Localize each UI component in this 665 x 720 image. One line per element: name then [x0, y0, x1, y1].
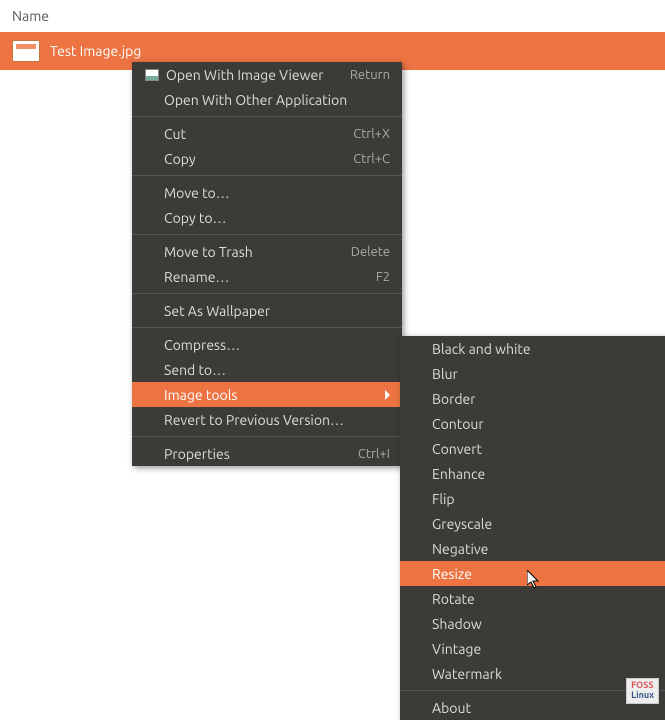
submenu-greyscale[interactable]: Greyscale: [400, 511, 665, 536]
submenu-border[interactable]: Border: [400, 386, 665, 411]
menu-set-wallpaper[interactable]: Set As Wallpaper: [132, 298, 402, 323]
submenu-convert[interactable]: Convert: [400, 436, 665, 461]
submenu-blur[interactable]: Blur: [400, 361, 665, 386]
submenu-vintage[interactable]: Vintage: [400, 636, 665, 661]
menu-image-tools[interactable]: Image tools: [132, 382, 402, 407]
submenu-negative[interactable]: Negative: [400, 536, 665, 561]
menu-separator: [132, 234, 402, 235]
image-tools-submenu: Black and white Blur Border Contour Conv…: [400, 336, 665, 720]
menu-revert[interactable]: Revert to Previous Version…: [132, 407, 402, 432]
menu-open-with-other[interactable]: Open With Other Application: [132, 87, 402, 112]
menu-cut[interactable]: Cut Ctrl+X: [132, 121, 402, 146]
column-header-name[interactable]: Name: [0, 0, 665, 32]
watermark-badge: FOSS Linux: [626, 678, 659, 704]
submenu-black-and-white[interactable]: Black and white: [400, 336, 665, 361]
column-header-label: Name: [12, 8, 49, 24]
mouse-cursor-icon: [527, 570, 541, 590]
menu-separator: [132, 436, 402, 437]
submenu-enhance[interactable]: Enhance: [400, 461, 665, 486]
menu-move-to[interactable]: Move to…: [132, 180, 402, 205]
menu-separator: [132, 175, 402, 176]
menu-move-to-trash[interactable]: Move to Trash Delete: [132, 239, 402, 264]
menu-copy[interactable]: Copy Ctrl+C: [132, 146, 402, 171]
menu-open-with-image-viewer[interactable]: Open With Image Viewer Return: [132, 62, 402, 87]
image-viewer-icon: [142, 69, 162, 81]
file-name: Test Image.jpg: [50, 43, 141, 59]
submenu-arrow-icon: [385, 390, 390, 400]
menu-separator: [132, 293, 402, 294]
submenu-contour[interactable]: Contour: [400, 411, 665, 436]
context-menu: Open With Image Viewer Return Open With …: [132, 62, 402, 466]
image-file-icon: [12, 40, 40, 62]
menu-properties[interactable]: Properties Ctrl+I: [132, 441, 402, 466]
menu-copy-to[interactable]: Copy to…: [132, 205, 402, 230]
menu-separator: [132, 327, 402, 328]
menu-separator: [132, 116, 402, 117]
submenu-flip[interactable]: Flip: [400, 486, 665, 511]
menu-send-to[interactable]: Send to…: [132, 357, 402, 382]
menu-rename[interactable]: Rename… F2: [132, 264, 402, 289]
submenu-shadow[interactable]: Shadow: [400, 611, 665, 636]
menu-compress[interactable]: Compress…: [132, 332, 402, 357]
